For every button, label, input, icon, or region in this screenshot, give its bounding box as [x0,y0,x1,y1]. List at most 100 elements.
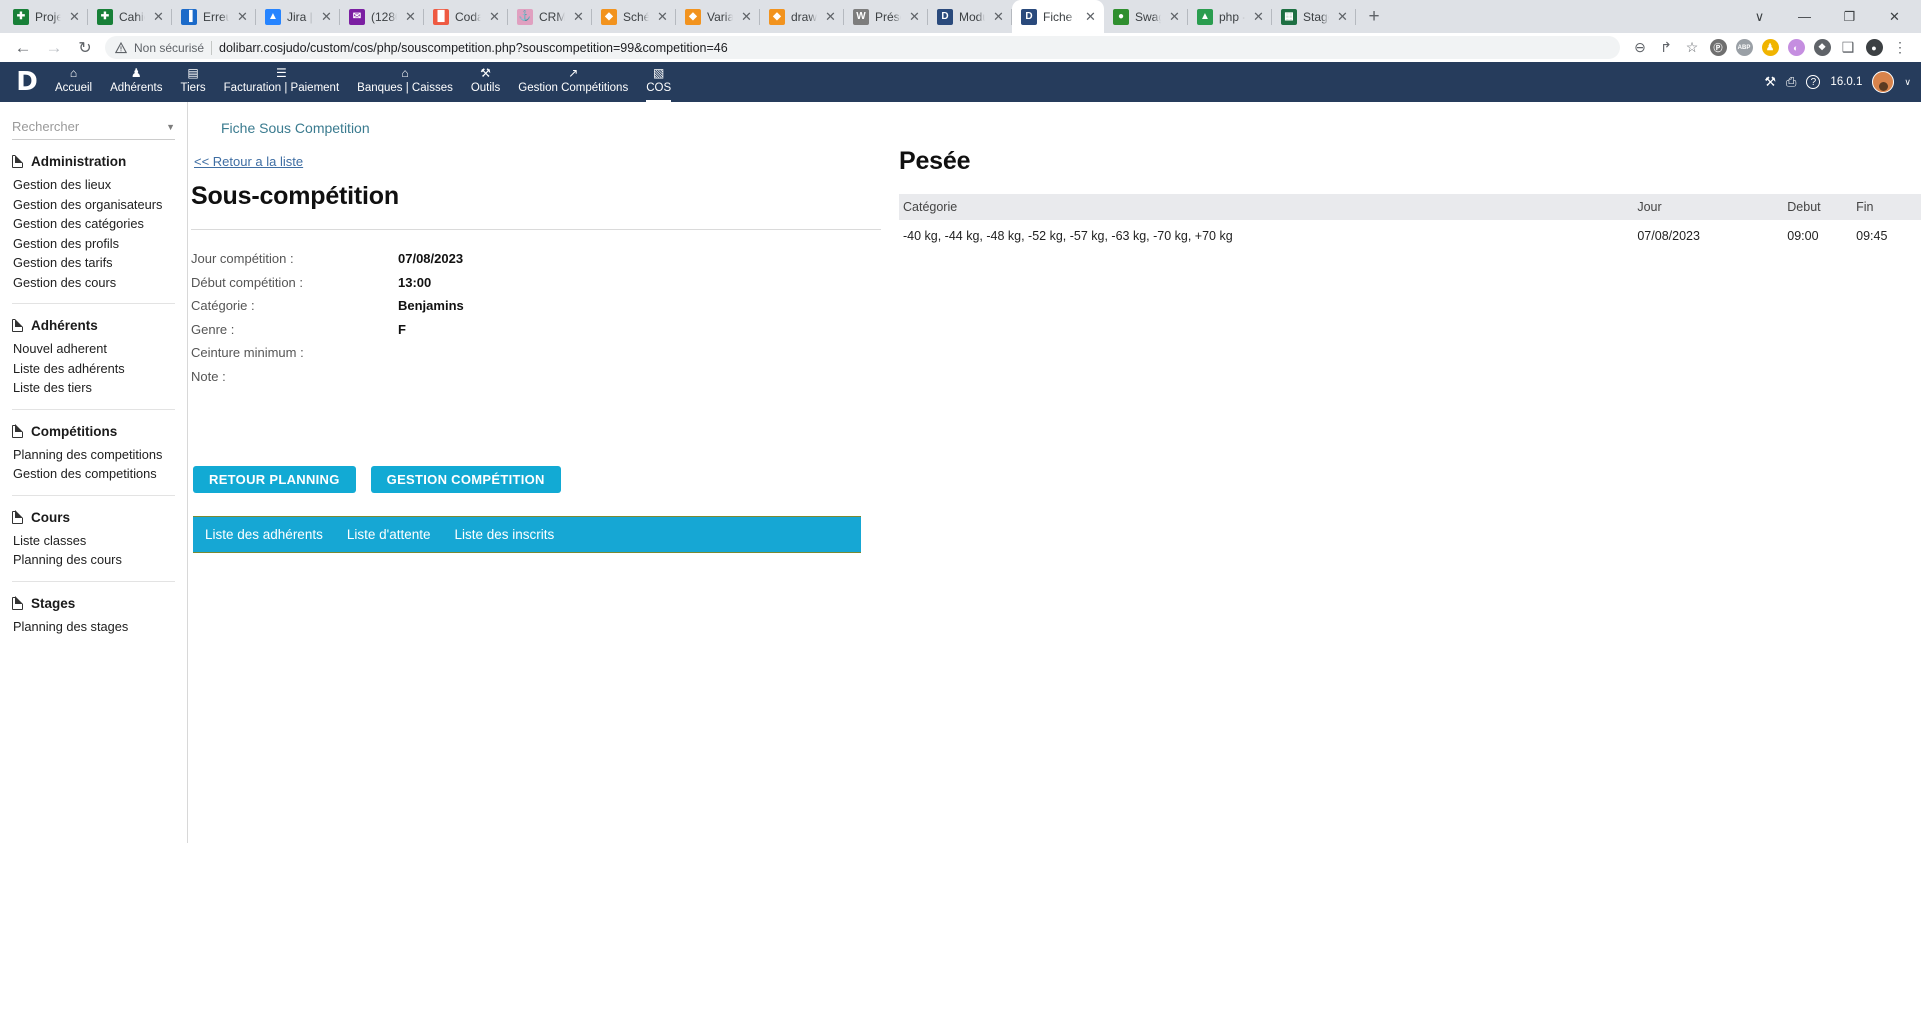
browser-tab[interactable]: ▦ Stages ✕ [1272,0,1356,33]
browser-tab[interactable]: █ Coda | ✕ [424,0,508,33]
sidebar-item-gestion-des-lieux[interactable]: Gestion des lieux [12,175,175,195]
column-header-categorie[interactable]: Catégorie [899,194,1634,220]
close-tab-icon[interactable]: ✕ [67,9,82,24]
retour-planning-button[interactable]: RETOUR PLANNING [193,466,356,493]
topnav-item-tiers[interactable]: ▤ Tiers [172,62,215,102]
close-tab-icon[interactable]: ✕ [1251,9,1266,24]
sidebar-item-gestion-des-organisateurs[interactable]: Gestion des organisateurs [12,195,175,215]
topnav-item-outils[interactable]: ⚒ Outils [462,62,509,102]
topnav-item-banques-caisses[interactable]: ⌂ Banques | Caisses [348,62,462,102]
browser-tab[interactable]: D Modul ✕ [928,0,1012,33]
browser-tab[interactable]: ◆ Variable ✕ [676,0,760,33]
close-tab-icon[interactable]: ✕ [151,9,166,24]
browser-tab[interactable]: ✉ (1280 n ✕ [340,0,424,33]
share-icon[interactable]: ↱ [1653,35,1679,61]
minimize-button[interactable]: — [1782,1,1827,33]
browser-tab[interactable]: ✚ Cahier ✕ [88,0,172,33]
close-tab-icon[interactable]: ✕ [1167,9,1182,24]
gestion-competition-button[interactable]: GESTION COMPÉTITION [370,466,561,493]
forward-button[interactable]: → [39,35,69,61]
sidebar-group-header[interactable]: Stages [12,594,175,617]
sidebar-item-gestion-des-cours[interactable]: Gestion des cours [12,273,175,293]
close-tab-icon[interactable]: ✕ [403,9,418,24]
sidebar-item-planning-des-cours[interactable]: Planning des cours [12,550,175,570]
topnav-item-accueil[interactable]: ⌂ Accueil [46,62,101,102]
tab-liste-des-inscrits[interactable]: Liste des inscrits [454,527,554,542]
topnav-item-adh-rents[interactable]: ♟ Adhérents [101,62,171,102]
new-tab-button[interactable]: + [1360,3,1388,31]
close-tab-icon[interactable]: ✕ [1083,9,1098,24]
profile-avatar-icon[interactable]: ● [1861,35,1887,61]
browser-tab[interactable]: ⚓ CRM C ✕ [508,0,592,33]
browser-tab[interactable]: ▲ php - G ✕ [1188,0,1272,33]
topnav-item-cos[interactable]: ▧ COS [637,62,680,102]
browser-tab[interactable]: ▐ Erreur| ✕ [172,0,256,33]
sidebar-item-liste-classes[interactable]: Liste classes [12,531,175,551]
close-window-button[interactable]: ✕ [1872,1,1917,33]
avatar[interactable] [1872,71,1895,93]
tab-search-chevron-icon[interactable]: ∨ [1737,1,1782,33]
close-tab-icon[interactable]: ✕ [487,9,502,24]
tools-icon[interactable]: ⚒ [1764,74,1776,90]
adblock-extension-icon[interactable]: ABP [1731,35,1757,61]
browser-tab[interactable]: D Fiche S ✕ [1012,0,1104,33]
topnav-item-gestion-comp-titions[interactable]: ↗ Gestion Compétitions [509,62,637,102]
sidebar-item-planning-des-stages[interactable]: Planning des stages [12,617,175,637]
sidebar-item-gestion-des-cat-gories[interactable]: Gestion des catégories [12,214,175,234]
print-icon[interactable]: ⎙ [1786,74,1796,90]
browser-tab[interactable]: ◆ draw.io ✕ [760,0,844,33]
sidepanel-icon[interactable]: ❑ [1835,35,1861,61]
help-icon[interactable]: ? [1806,75,1821,89]
zoom-out-icon[interactable]: ⊖ [1627,35,1653,61]
dolibarr-logo[interactable]: D [8,62,46,102]
sidebar-item-gestion-des-tarifs[interactable]: Gestion des tarifs [12,253,175,273]
column-header-debut[interactable]: Debut [1783,194,1853,220]
sidebar-group-header[interactable]: Cours [12,508,175,531]
user-menu-caret-icon[interactable]: ∨ [1904,77,1911,88]
sidebar-search[interactable]: ▼ [12,114,175,140]
browser-tab[interactable]: ✚ Project ✕ [4,0,88,33]
column-header-fin[interactable]: Fin [1852,194,1921,220]
sidebar-item-nouvel-adherent[interactable]: Nouvel adherent [12,339,175,359]
sidebar-item-planning-des-competitions[interactable]: Planning des competitions [12,445,175,465]
browser-tab[interactable]: ▲ Jira | Lo ✕ [256,0,340,33]
pinterest-extension-icon[interactable]: Ⓟ [1705,35,1731,61]
browser-tab[interactable]: W Présen ✕ [844,0,928,33]
column-header-jour[interactable]: Jour [1633,194,1784,220]
sidebar-group-header[interactable]: Adhérents [12,316,175,339]
back-to-list-link[interactable]: << Retour a la liste [191,136,303,169]
not-secure-warning-icon[interactable] [115,41,127,54]
extensions-puzzle-icon[interactable]: ❖ [1809,35,1835,61]
table-row[interactable]: -40 kg, -44 kg, -48 kg, -52 kg, -57 kg, … [899,220,1921,252]
sidebar-group-header[interactable]: Compétitions [12,422,175,445]
back-button[interactable]: ← [8,35,38,61]
close-tab-icon[interactable]: ✕ [319,9,334,24]
close-tab-icon[interactable]: ✕ [1335,9,1350,24]
close-tab-icon[interactable]: ✕ [991,9,1006,24]
address-bar[interactable]: Non sécurisé dolibarr.cosjudo/custom/cos… [105,36,1620,59]
reload-button[interactable]: ↻ [70,35,100,61]
chevron-down-icon[interactable]: ▼ [160,122,175,132]
browser-tab[interactable]: ● Swagg ✕ [1104,0,1188,33]
browser-menu-icon[interactable]: ⋮ [1887,35,1913,61]
close-tab-icon[interactable]: ✕ [823,9,838,24]
sidebar-group-header[interactable]: Administration [12,152,175,175]
tab-liste-dattente[interactable]: Liste d'attente [347,527,431,542]
close-tab-icon[interactable]: ✕ [655,9,670,24]
sidebar-item-liste-des-tiers[interactable]: Liste des tiers [12,378,175,398]
close-tab-icon[interactable]: ✕ [907,9,922,24]
sidebar-item-gestion-des-competitions[interactable]: Gestion des competitions [12,464,175,484]
search-input[interactable] [12,119,161,134]
tab-liste-des-adherents[interactable]: Liste des adhérents [205,527,323,542]
sidebar-item-liste-des-adh-rents[interactable]: Liste des adhérents [12,359,175,379]
bookmark-star-icon[interactable]: ☆ [1679,35,1705,61]
close-tab-icon[interactable]: ✕ [235,9,250,24]
topnav-item-facturation-paiement[interactable]: ☰ Facturation | Paiement [215,62,349,102]
close-tab-icon[interactable]: ✕ [739,9,754,24]
colorpicker-extension-icon[interactable]: ◐ [1783,35,1809,61]
close-tab-icon[interactable]: ✕ [571,9,586,24]
maximize-button[interactable]: ❐ [1827,1,1872,33]
lastpass-extension-icon[interactable]: ♟ [1757,35,1783,61]
sidebar-item-gestion-des-profils[interactable]: Gestion des profils [12,234,175,254]
browser-tab[interactable]: ◆ Schéma ✕ [592,0,676,33]
